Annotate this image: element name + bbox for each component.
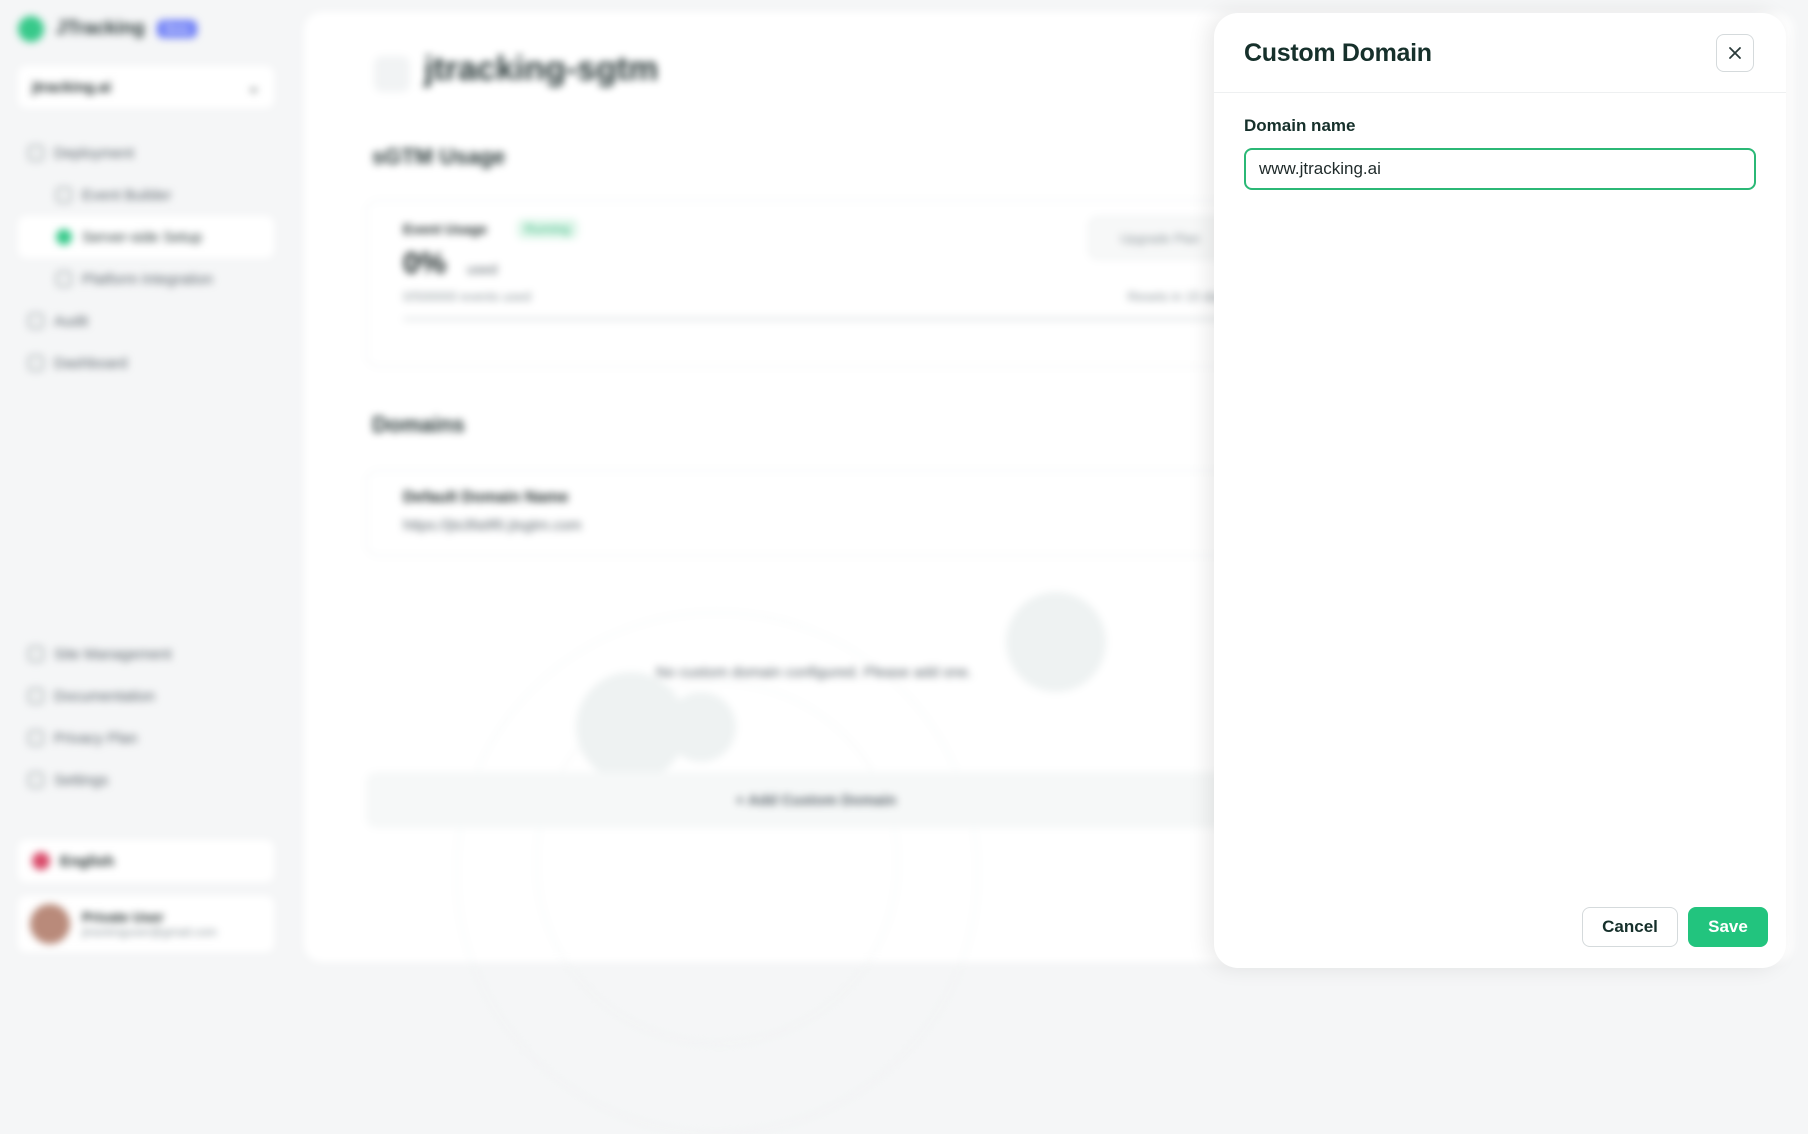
usage-subtext: 0/500000 events used (403, 289, 531, 304)
add-custom-domain-button[interactable]: + Add Custom Domain (366, 772, 1266, 828)
user-email: jtrackinguser@gmail.com (82, 925, 217, 939)
custom-domain-drawer: Custom Domain Domain name Cancel Save (1214, 13, 1786, 968)
dashboard-icon (28, 355, 44, 371)
sidebar-item-site-management[interactable]: Site Management (18, 633, 274, 675)
sidebar-item-label: Server-side Setup (82, 228, 203, 246)
empty-state: No custom domain configured. Please add … (366, 572, 1266, 1134)
sidebar-item-deployment[interactable]: Deployment (18, 132, 274, 174)
decorative-blob (1006, 592, 1106, 692)
workspace-name: jtracking.ai (32, 78, 112, 96)
close-icon (1729, 47, 1741, 59)
document-icon (28, 688, 44, 704)
sidebar-item-label: Settings (54, 771, 109, 789)
domain-name-label: Domain name (1244, 116, 1356, 135)
workspace-select[interactable]: jtracking.ai ⌄ (18, 66, 274, 108)
drawer-header: Custom Domain (1214, 13, 1786, 93)
sidebar-item-label: Audit (54, 312, 89, 330)
sidebar-item-event-builder[interactable]: Event Builder (18, 174, 274, 216)
save-button[interactable]: Save (1688, 907, 1768, 947)
upgrade-plan-button[interactable]: Upgrade Plan (1089, 217, 1231, 259)
avatar (30, 904, 70, 944)
domains-section-title: Domains (372, 412, 465, 437)
link-icon (56, 271, 72, 287)
sidebar-item-label: Privacy Plan (54, 729, 138, 747)
flag-icon (32, 852, 50, 870)
site-icon (28, 646, 44, 662)
sidebar-item-audit[interactable]: Audit (18, 300, 274, 342)
brand-logo-icon (18, 16, 44, 42)
deployment-icon (28, 145, 44, 161)
default-domain-value: https://jts3fa9f0.jtsgtm.com (403, 517, 582, 534)
language-select[interactable]: English (18, 840, 274, 882)
sidebar: JTracking Beta jtracking.ai ⌄ Deployment… (0, 0, 290, 985)
sidebar-item-settings[interactable]: Settings (18, 759, 274, 801)
sidebar-nav: Deployment Event Builder Server-side Set… (18, 132, 274, 384)
default-domain-label: Default Domain Name (403, 489, 569, 506)
sidebar-item-label: Dashboard (54, 354, 128, 372)
usage-section-title: sGTM Usage (372, 144, 506, 169)
default-domain-card: Default Domain Name https://jts3fa9f0.jt… (366, 470, 1268, 556)
brand-name: JTracking (56, 18, 145, 39)
sidebar-item-label: Deployment (54, 144, 135, 162)
sidebar-item-privacy-plan[interactable]: Privacy Plan (18, 717, 274, 759)
privacy-icon (28, 730, 44, 746)
server-icon (56, 229, 72, 245)
sidebar-item-server-side-setup[interactable]: Server-side Setup (18, 216, 274, 258)
language-label: English (60, 852, 115, 870)
usage-card: Event Usage Running 0% used 0/500000 eve… (366, 200, 1268, 367)
sidebar-item-label: Platform Integration (82, 270, 213, 288)
sidebar-item-label: Site Management (54, 645, 172, 663)
drawer-title: Custom Domain (1244, 39, 1432, 67)
user-name: Private User (82, 909, 164, 925)
chevron-down-icon: ⌄ (247, 79, 260, 96)
sidebar-bottom-nav: Site Management Documentation Privacy Pl… (18, 633, 274, 801)
usage-used: used (467, 261, 498, 277)
status-badge: Running (517, 219, 578, 239)
user-profile[interactable]: Private User jtrackinguser@gmail.com (18, 896, 274, 952)
page-title: jtracking-sgtm (424, 50, 659, 88)
decorative-blob (666, 692, 736, 762)
sidebar-item-dashboard[interactable]: Dashboard (18, 342, 274, 384)
sidebar-item-label: Event Builder (82, 186, 172, 204)
arrow-left-icon[interactable] (374, 56, 410, 92)
usage-progress-bar (403, 317, 1233, 321)
domain-name-input[interactable] (1244, 148, 1756, 190)
sidebar-item-platform-integration[interactable]: Platform Integration (18, 258, 274, 300)
audit-icon (28, 313, 44, 329)
gear-icon (28, 772, 44, 788)
usage-percent: 0% (403, 247, 447, 280)
close-button[interactable] (1716, 34, 1754, 72)
empty-state-text: No custom domain configured. Please add … (656, 664, 973, 681)
sidebar-item-label: Documentation (54, 687, 155, 705)
brand: JTracking Beta (18, 16, 198, 42)
usage-label: Event Usage (403, 221, 488, 237)
user-info: Private User jtrackinguser@gmail.com (82, 909, 217, 939)
calendar-icon (56, 187, 72, 203)
brand-badge: Beta (156, 20, 198, 38)
sidebar-item-documentation[interactable]: Documentation (18, 675, 274, 717)
cancel-button[interactable]: Cancel (1582, 907, 1678, 947)
